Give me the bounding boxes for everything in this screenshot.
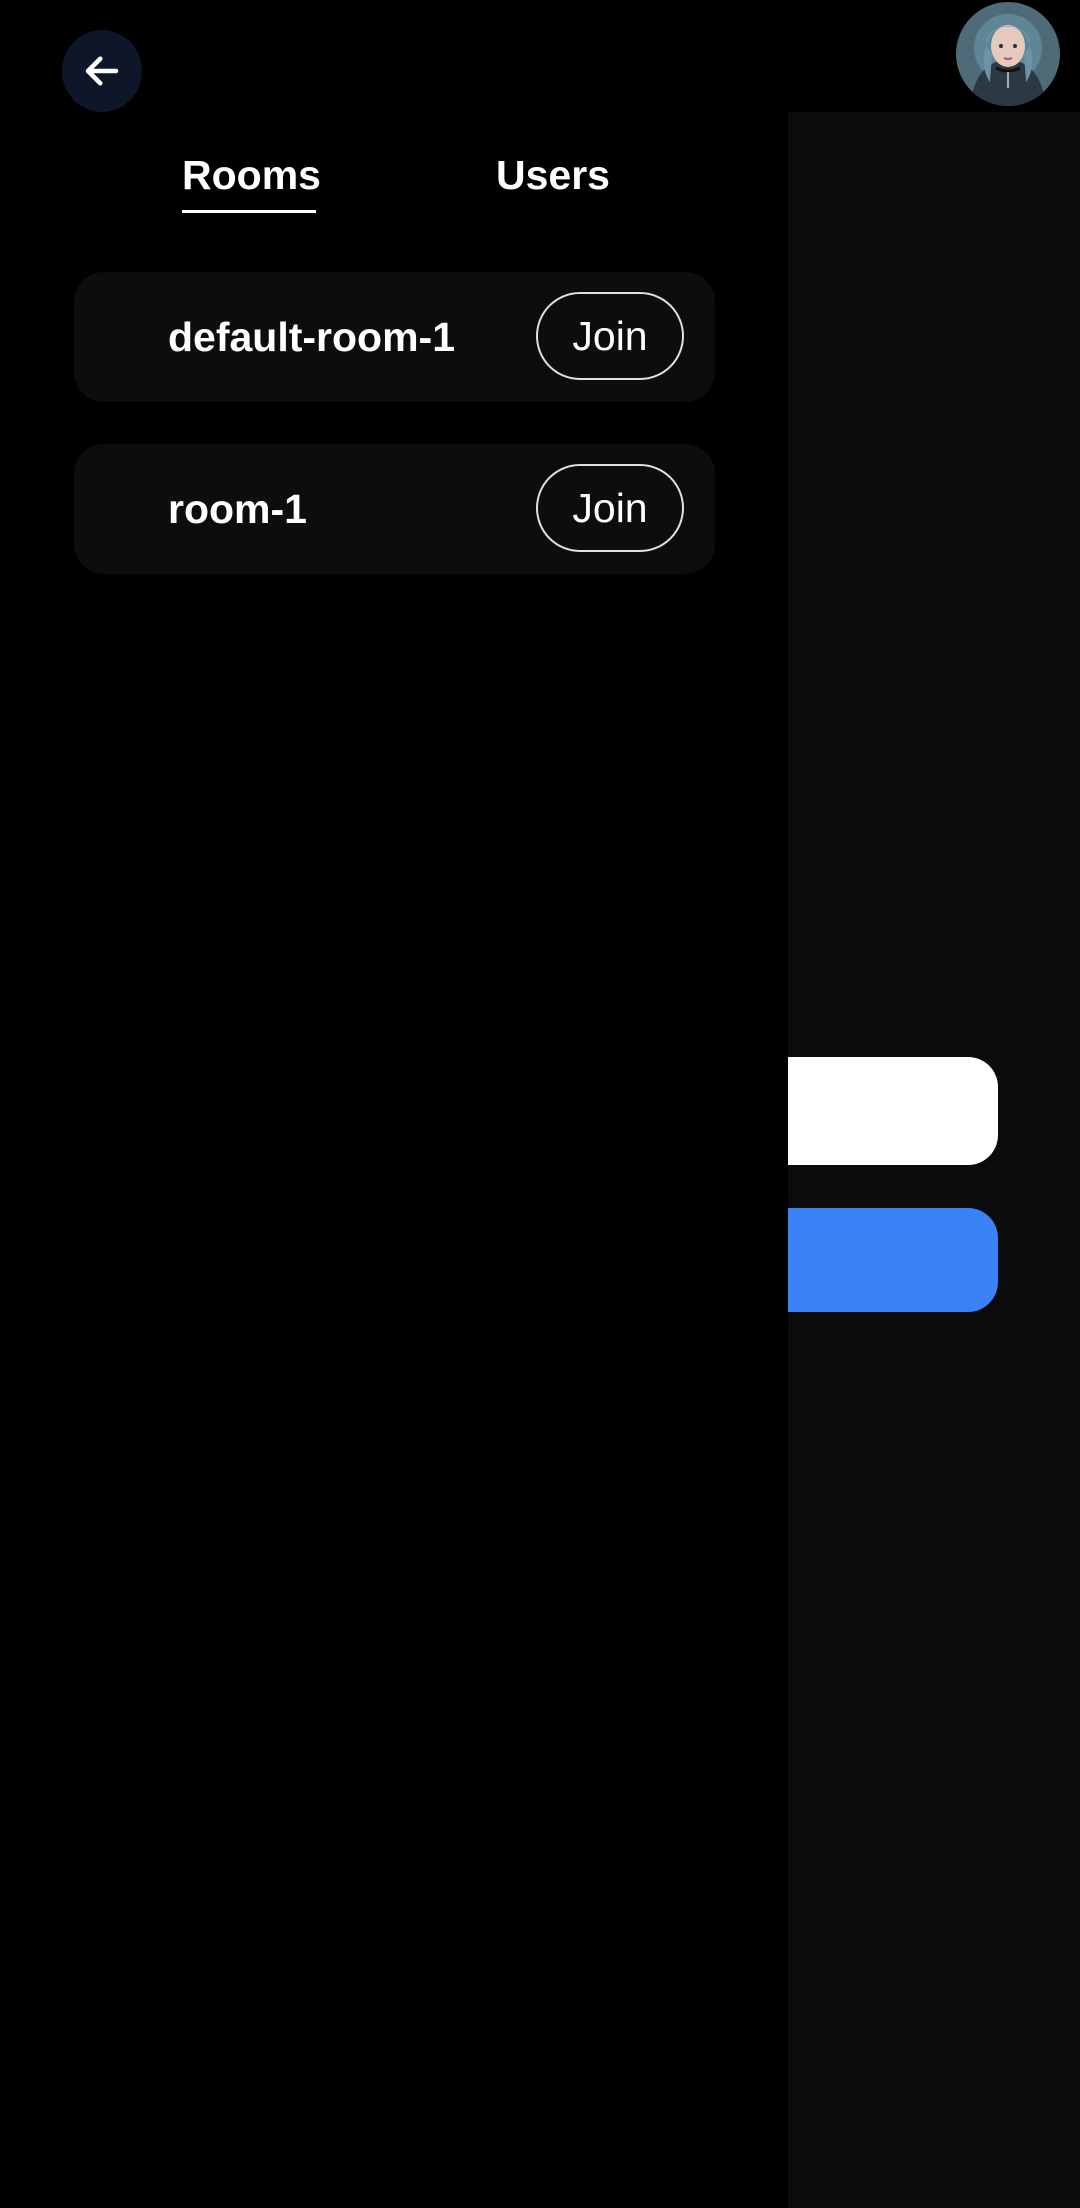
join-button[interactable]: Join	[536, 292, 684, 380]
room-card-default-room-1: default-room-1 Join	[74, 272, 715, 402]
avatar-portrait-icon	[956, 2, 1060, 106]
user-avatar[interactable]	[956, 2, 1060, 106]
tab-rooms[interactable]: Rooms	[182, 150, 321, 213]
room-name: room-1	[168, 486, 307, 532]
join-button[interactable]: Join	[536, 464, 684, 552]
room-name: default-room-1	[168, 314, 455, 360]
rooms-drawer: Rooms Users default-room-1 Join room-1 J…	[0, 0, 788, 2208]
tab-users[interactable]: Users	[496, 150, 610, 210]
room-card-room-1: room-1 Join	[74, 444, 715, 574]
app-screen: Rooms Users default-room-1 Join room-1 J…	[0, 0, 1080, 2208]
arrow-left-icon	[85, 56, 119, 86]
back-button[interactable]	[62, 30, 142, 112]
